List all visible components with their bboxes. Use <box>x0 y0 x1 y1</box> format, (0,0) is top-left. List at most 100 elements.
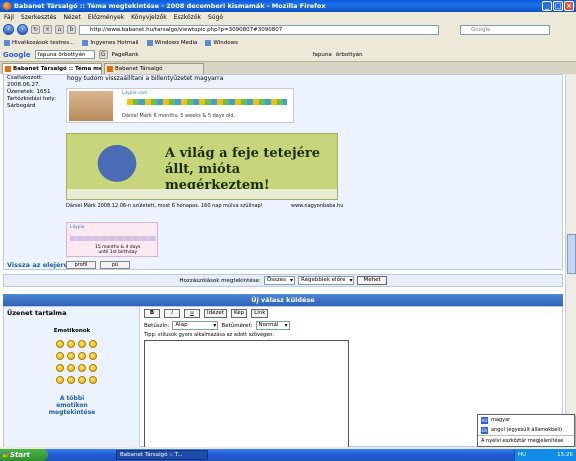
close-button[interactable]: × <box>564 1 574 11</box>
font-options: Betűszín: Alap Betűméret: Normál <box>144 321 290 330</box>
menu-bar: Fájl Szerkesztés Nézet Előzmények Könyvj… <box>0 12 576 22</box>
menu-file[interactable]: Fájl <box>4 14 14 21</box>
tab-topic[interactable]: Babanet Társalgó :: Téma megte... <box>2 63 102 74</box>
quote-button[interactable]: Idézet <box>204 309 227 318</box>
google-search-input[interactable]: fapuna örbottyán <box>34 50 95 59</box>
bookmark-item[interactable]: Ingyenes Hotmail <box>82 39 139 46</box>
emoticon-grid <box>56 340 97 384</box>
smiley-icon[interactable] <box>78 364 86 372</box>
bold-button[interactable]: B <box>144 309 160 318</box>
smiley-icon[interactable] <box>78 340 86 348</box>
signature-banner: A világ a feje tetejére állt, mióta megé… <box>66 133 338 200</box>
smiley-icon[interactable] <box>89 364 97 372</box>
banner-slogan: A világ a feje tetejére állt, mióta megé… <box>165 146 321 193</box>
reload-icon[interactable]: ↻ <box>31 25 40 34</box>
smiley-icon[interactable] <box>56 340 64 348</box>
smiley-icon[interactable] <box>67 364 75 372</box>
image-button[interactable]: Kép <box>230 309 248 318</box>
message-textarea[interactable] <box>144 340 349 447</box>
sort-bar: Hozzászólások megtekintése: Összes Régeb… <box>3 274 563 287</box>
site-favicon: b <box>67 25 76 34</box>
window-titlebar: Babanet Társalgó :: Téma megtekintése - … <box>0 0 576 12</box>
font-color-select[interactable]: Alap <box>172 321 219 330</box>
system-tray: HU 15:26 <box>514 449 576 461</box>
more-emoticons-link[interactable]: A többi emotikon megtekintése <box>4 395 140 416</box>
formatting-tip: Tipp: stílusok gyors alkalmazása az adot… <box>144 332 275 338</box>
language-option-hungarian[interactable]: HU magyar <box>478 415 574 425</box>
google-toolbar: Google fapuna örbottyán G PageRank fapun… <box>0 48 576 62</box>
message-body-label: Üzenet tartalma <box>7 309 67 317</box>
order-select[interactable]: Régebbiek előre <box>298 276 355 285</box>
vertical-scrollbar[interactable] <box>565 74 576 447</box>
start-button[interactable]: Start <box>0 449 48 461</box>
scrollbar-thumb[interactable] <box>567 234 576 274</box>
forward-icon[interactable]: › <box>17 24 28 35</box>
smiley-icon[interactable] <box>78 352 86 360</box>
search-input[interactable]: Google <box>460 24 550 35</box>
page-content: Csatlakozott: 2008.06.27. Üzenetek: 1651… <box>0 74 565 447</box>
smiley-icon[interactable] <box>56 364 64 372</box>
ticker-ruler <box>127 99 287 105</box>
go-button[interactable]: Mehet <box>357 276 387 285</box>
menu-bookmarks[interactable]: Könyvjelzők <box>131 14 167 21</box>
maximize-button[interactable]: □ <box>553 1 563 11</box>
smiley-icon[interactable] <box>56 376 64 384</box>
minimize-button[interactable]: _ <box>542 1 552 11</box>
ticker-caption: 15 months & 4 days until 1st birthday <box>95 245 141 255</box>
language-indicator[interactable]: HU <box>518 449 526 461</box>
bookmarks-bar: Hivatkozások testres... Ingyenes Hotmail… <box>0 37 576 48</box>
smiley-icon[interactable] <box>67 376 75 384</box>
font-color-label: Betűszín: <box>144 322 170 329</box>
smiley-icon[interactable] <box>56 352 64 360</box>
tab-forum[interactable]: Babanet Társalgó <box>104 63 204 74</box>
private-message-button[interactable]: pü <box>100 261 130 269</box>
forum-post: Csatlakozott: 2008.06.27. Üzenetek: 1651… <box>3 74 563 270</box>
sort-label: Hozzászólások megtekintése: <box>179 277 261 284</box>
taskbar-window-item[interactable]: Babanet Társalgó :: T... <box>116 450 208 460</box>
navigation-toolbar: ‹ › ↻ × ⌂ b http://www.babanet.hu/tarsal… <box>0 22 576 37</box>
menu-help[interactable]: Súgó <box>208 14 223 21</box>
profile-button[interactable]: profil <box>66 261 96 269</box>
back-to-top-link[interactable]: Vissza az elejére <box>7 261 68 269</box>
smiley-icon[interactable] <box>89 352 97 360</box>
smiley-icon[interactable] <box>89 340 97 348</box>
font-size-label: Betűméret: <box>221 322 253 329</box>
ticker-caption: Dániel Márk 6 months, 5 weeks & 5 days o… <box>122 113 236 119</box>
stop-icon[interactable]: × <box>43 25 52 34</box>
home-icon[interactable]: ⌂ <box>55 25 64 34</box>
google-search-icon[interactable]: G <box>98 50 108 59</box>
ticker-ruler <box>70 236 156 241</box>
menu-history[interactable]: Előzmények <box>88 14 124 21</box>
menu-view[interactable]: Nézet <box>63 14 80 21</box>
url-input[interactable]: http://www.babanet.hu/tarsalgo/viewtopic… <box>79 24 439 35</box>
smiley-icon[interactable] <box>89 376 97 384</box>
bookmark-item[interactable]: Windows Media <box>146 39 197 46</box>
italic-button[interactable]: i <box>164 309 180 318</box>
bookmark-icon <box>82 39 89 46</box>
format-toolbar: B i u Idézet Kép Link <box>144 309 269 318</box>
signature-ticker-1: Lilypie.com Dániel Márk 6 months, 5 week… <box>66 88 294 123</box>
language-option-english[interactable]: EN angol (egyesült államokbeli) <box>478 425 574 435</box>
menu-tools[interactable]: Eszközök <box>174 14 201 21</box>
google-highlight-word[interactable]: örbottyán <box>336 52 363 58</box>
bookmark-item[interactable]: Hivatkozások testres... <box>4 39 74 46</box>
tab-strip: Babanet Társalgó :: Téma megte... Babane… <box>0 62 576 74</box>
link-button[interactable]: Link <box>251 309 269 318</box>
show-language-bar-option[interactable]: A nyelvi eszköztár megjelenítése <box>478 435 574 445</box>
smiley-icon[interactable] <box>67 340 75 348</box>
back-icon[interactable]: ‹ <box>3 24 14 35</box>
firefox-icon <box>3 2 11 10</box>
google-highlight-word[interactable]: fapuna <box>313 52 332 58</box>
signature-text: Dániel Márk 2008.12.06-n született, most… <box>66 203 344 209</box>
smiley-icon[interactable] <box>67 352 75 360</box>
bookmark-icon <box>4 39 10 46</box>
smiley-icon[interactable] <box>78 376 86 384</box>
taskbar: Start Babanet Társalgó :: T... HU 15:26 <box>0 449 576 461</box>
underline-button[interactable]: u <box>184 309 200 318</box>
baby-image <box>87 140 147 192</box>
filter-select[interactable]: Összes <box>263 276 296 285</box>
menu-edit[interactable]: Szerkesztés <box>21 14 57 21</box>
pagerank-label: PageRank <box>111 51 139 58</box>
font-size-select[interactable]: Normál <box>255 321 290 330</box>
bookmark-item[interactable]: Windows <box>205 39 238 46</box>
